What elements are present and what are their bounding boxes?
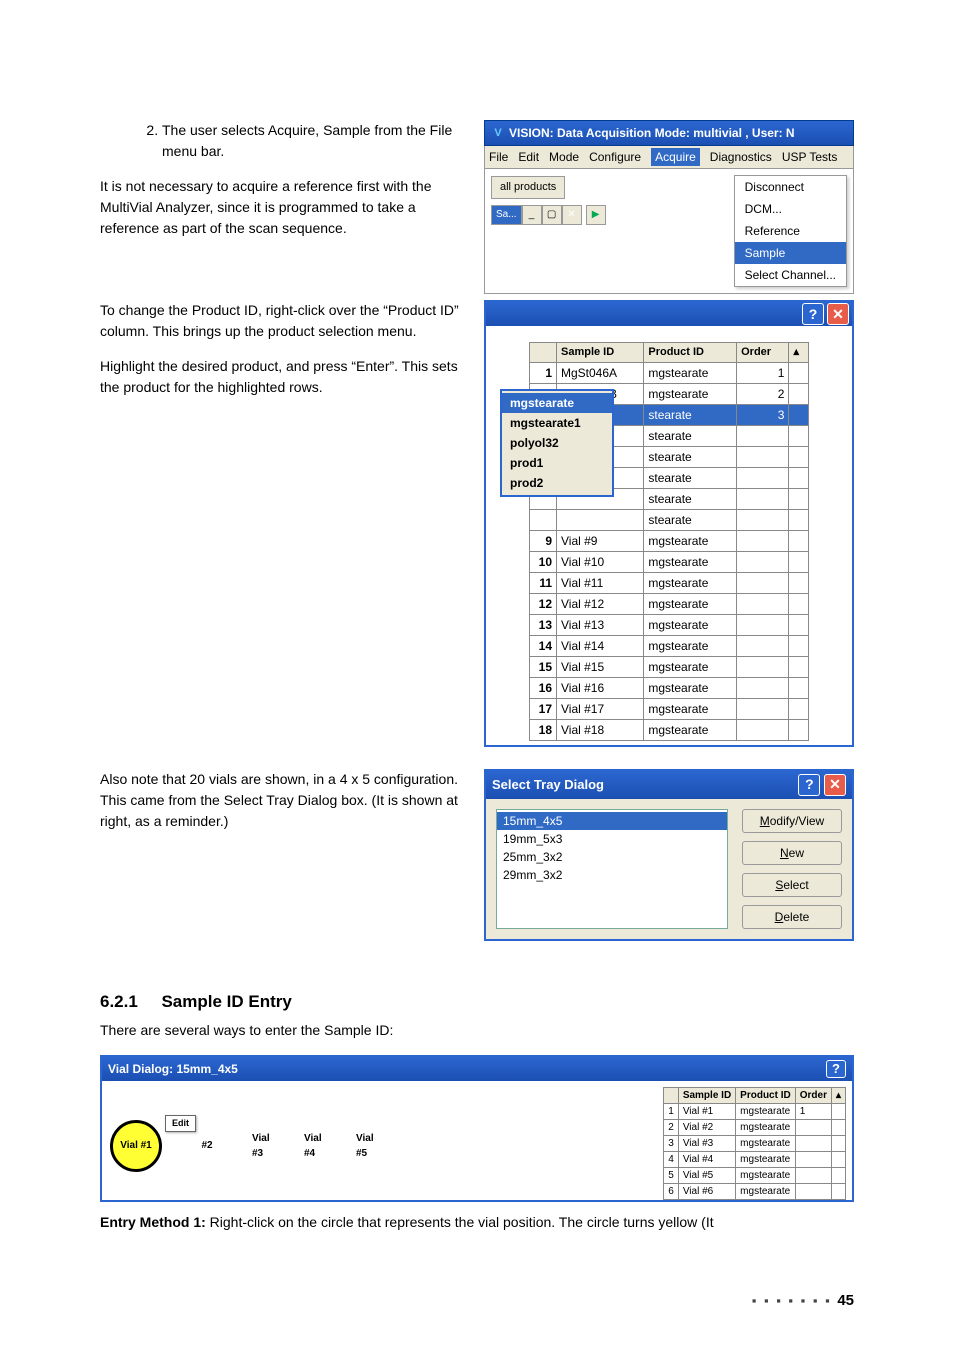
select-tray-dialog: Select Tray Dialog ? ✕ 15mm_4x519mm_5x32…	[484, 769, 854, 941]
tray-option[interactable]: 19mm_5x3	[497, 830, 727, 848]
column-header[interactable]: ▴	[789, 343, 809, 363]
table-row[interactable]: 2Vial #2mgstearate	[664, 1120, 846, 1136]
window-title: VISION: Data Acquisition Mode: multivial…	[509, 124, 795, 142]
run-icon[interactable]: ▶	[586, 205, 606, 225]
table-row[interactable]: 14Vial #14mgstearate	[530, 635, 809, 656]
column-header[interactable]: Sample ID	[557, 343, 644, 363]
tray-option[interactable]: 15mm_4x5	[497, 812, 727, 830]
vial-position-4[interactable]: Vial #4	[304, 1131, 334, 1161]
column-header[interactable]: Order	[795, 1088, 831, 1104]
table-row[interactable]: 12Vial #12mgstearate	[530, 593, 809, 614]
menubar: File Edit Mode Configure Acquire Diagnos…	[484, 146, 854, 169]
step-item: The user selects Acquire, Sample from th…	[162, 120, 460, 162]
paragraph: Also note that 20 vials are shown, in a …	[100, 769, 460, 832]
paragraph: There are several ways to enter the Samp…	[100, 1020, 854, 1041]
table-row[interactable]: 15Vial #15mgstearate	[530, 656, 809, 677]
vial-position-2[interactable]: #2	[184, 1123, 230, 1169]
help-icon[interactable]: ?	[802, 303, 824, 325]
delete-button[interactable]: Delete	[742, 905, 842, 929]
paragraph: To change the Product ID, right-click ov…	[100, 300, 460, 342]
tray-option[interactable]: 25mm_3x2	[497, 848, 727, 866]
maximize-icon[interactable]: ▢	[542, 205, 562, 225]
window-title: Select Tray Dialog	[492, 775, 604, 795]
tray-option[interactable]: 29mm_3x2	[497, 866, 727, 884]
help-icon[interactable]: ?	[826, 1060, 846, 1078]
menu-diagnostics[interactable]: Diagnostics	[710, 148, 772, 166]
product-option[interactable]: prod1	[502, 453, 612, 473]
menu-file[interactable]: File	[489, 148, 508, 166]
column-header[interactable]: Order	[737, 343, 789, 363]
tab-all-products[interactable]: all products	[491, 176, 565, 199]
window-title: Vial Dialog: 15mm_4x5	[108, 1060, 238, 1078]
table-row[interactable]: 13Vial #13mgstearate	[530, 614, 809, 635]
page-footer: ▪ ▪ ▪ ▪ ▪ ▪ ▪ 45	[752, 1290, 854, 1313]
table-row[interactable]: 1MgSt046Amgstearate1	[530, 362, 809, 383]
window-titlebar: Vial Dialog: 15mm_4x5 ?	[102, 1057, 852, 1081]
select-button[interactable]: Select	[742, 873, 842, 897]
table-row[interactable]: 17Vial #17mgstearate	[530, 698, 809, 719]
menu-configure[interactable]: Configure	[589, 148, 641, 166]
sample-grid-window: ? ✕ Sample IDProduct IDOrder▴1MgSt046Amg…	[484, 300, 854, 747]
close-icon[interactable]: ✕	[827, 303, 849, 325]
dropdown-item-dcm[interactable]: DCM...	[735, 198, 846, 220]
table-row[interactable]: 3Vial #3mgstearate	[664, 1136, 846, 1152]
paragraph: Entry Method 1: Right-click on the circl…	[100, 1212, 854, 1233]
column-header[interactable]: Product ID	[736, 1088, 796, 1104]
product-select-popup[interactable]: mgstearatemgstearate1polyol32prod1prod2	[500, 389, 614, 497]
table-row[interactable]: stearate	[530, 509, 809, 530]
section-heading: 6.2.1 Sample ID Entry	[100, 989, 854, 1015]
vial-position-3[interactable]: Vial #3	[252, 1131, 282, 1161]
menu-acquire[interactable]: Acquire	[651, 148, 700, 166]
vial-position-5[interactable]: Vial #5	[356, 1131, 386, 1161]
column-header[interactable]	[664, 1088, 679, 1104]
dropdown-item-select-channel[interactable]: Select Channel...	[735, 264, 846, 286]
paragraph: Highlight the desired product, and press…	[100, 356, 460, 398]
help-icon[interactable]: ?	[798, 774, 820, 796]
product-option[interactable]: mgstearate	[502, 393, 612, 413]
product-option[interactable]: polyol32	[502, 433, 612, 453]
window-titlebar: V VISION: Data Acquisition Mode: multivi…	[484, 120, 854, 146]
menu-usptests[interactable]: USP Tests	[782, 148, 838, 166]
vial-grid[interactable]: Sample IDProduct IDOrder▴1Vial #1mgstear…	[663, 1087, 846, 1200]
dropdown-item-sample[interactable]: Sample	[735, 242, 846, 264]
tray-listbox[interactable]: 15mm_4x519mm_5x325mm_3x229mm_3x2	[496, 809, 728, 929]
product-option[interactable]: prod2	[502, 473, 612, 493]
acquire-dropdown: Disconnect DCM... Reference Sample Selec…	[734, 175, 847, 287]
table-row[interactable]: 9Vial #9mgstearate	[530, 530, 809, 551]
table-row[interactable]: 11Vial #11mgstearate	[530, 572, 809, 593]
table-row[interactable]: 6Vial #6mgstearate	[664, 1184, 846, 1200]
table-row[interactable]: 1Vial #1mgstearate1	[664, 1104, 846, 1120]
menu-mode[interactable]: Mode	[549, 148, 579, 166]
app-icon: V	[491, 126, 505, 140]
dropdown-item-reference[interactable]: Reference	[735, 220, 846, 242]
dropdown-item-disconnect[interactable]: Disconnect	[735, 176, 846, 198]
column-header[interactable]	[530, 343, 557, 363]
child-window-title: Sa...	[491, 205, 522, 225]
new-button[interactable]: New	[742, 841, 842, 865]
paragraph: It is not necessary to acquire a referen…	[100, 176, 460, 239]
table-row[interactable]: 18Vial #18mgstearate	[530, 719, 809, 740]
close-icon[interactable]: ✕	[562, 205, 582, 225]
minimize-icon[interactable]: _	[522, 205, 542, 225]
close-icon[interactable]: ✕	[824, 774, 846, 796]
menu-edit[interactable]: Edit	[518, 148, 539, 166]
vision-window: V VISION: Data Acquisition Mode: multivi…	[484, 120, 854, 294]
table-row[interactable]: 10Vial #10mgstearate	[530, 551, 809, 572]
column-header[interactable]: ▴	[831, 1088, 845, 1104]
vial-tray-area[interactable]: Vial #1 Edit #2 Vial #3 Vial #4 Vial #5	[102, 1081, 663, 1200]
column-header[interactable]: Sample ID	[678, 1088, 735, 1104]
modify-view-button[interactable]: Modify/View	[742, 809, 842, 833]
child-window-controls: Sa... _ ▢ ✕ ▶	[491, 205, 730, 225]
table-row[interactable]: 5Vial #5mgstearate	[664, 1168, 846, 1184]
window-titlebar: Select Tray Dialog ? ✕	[486, 771, 852, 799]
vial-position-1[interactable]: Vial #1 Edit	[110, 1120, 162, 1172]
table-row[interactable]: 4Vial #4mgstearate	[664, 1152, 846, 1168]
table-row[interactable]: 16Vial #16mgstearate	[530, 677, 809, 698]
column-header[interactable]: Product ID	[644, 343, 737, 363]
window-titlebar: ? ✕	[486, 302, 852, 326]
vial-dialog: Vial Dialog: 15mm_4x5 ? Vial #1 Edit #2 …	[100, 1055, 854, 1202]
product-option[interactable]: mgstearate1	[502, 413, 612, 433]
